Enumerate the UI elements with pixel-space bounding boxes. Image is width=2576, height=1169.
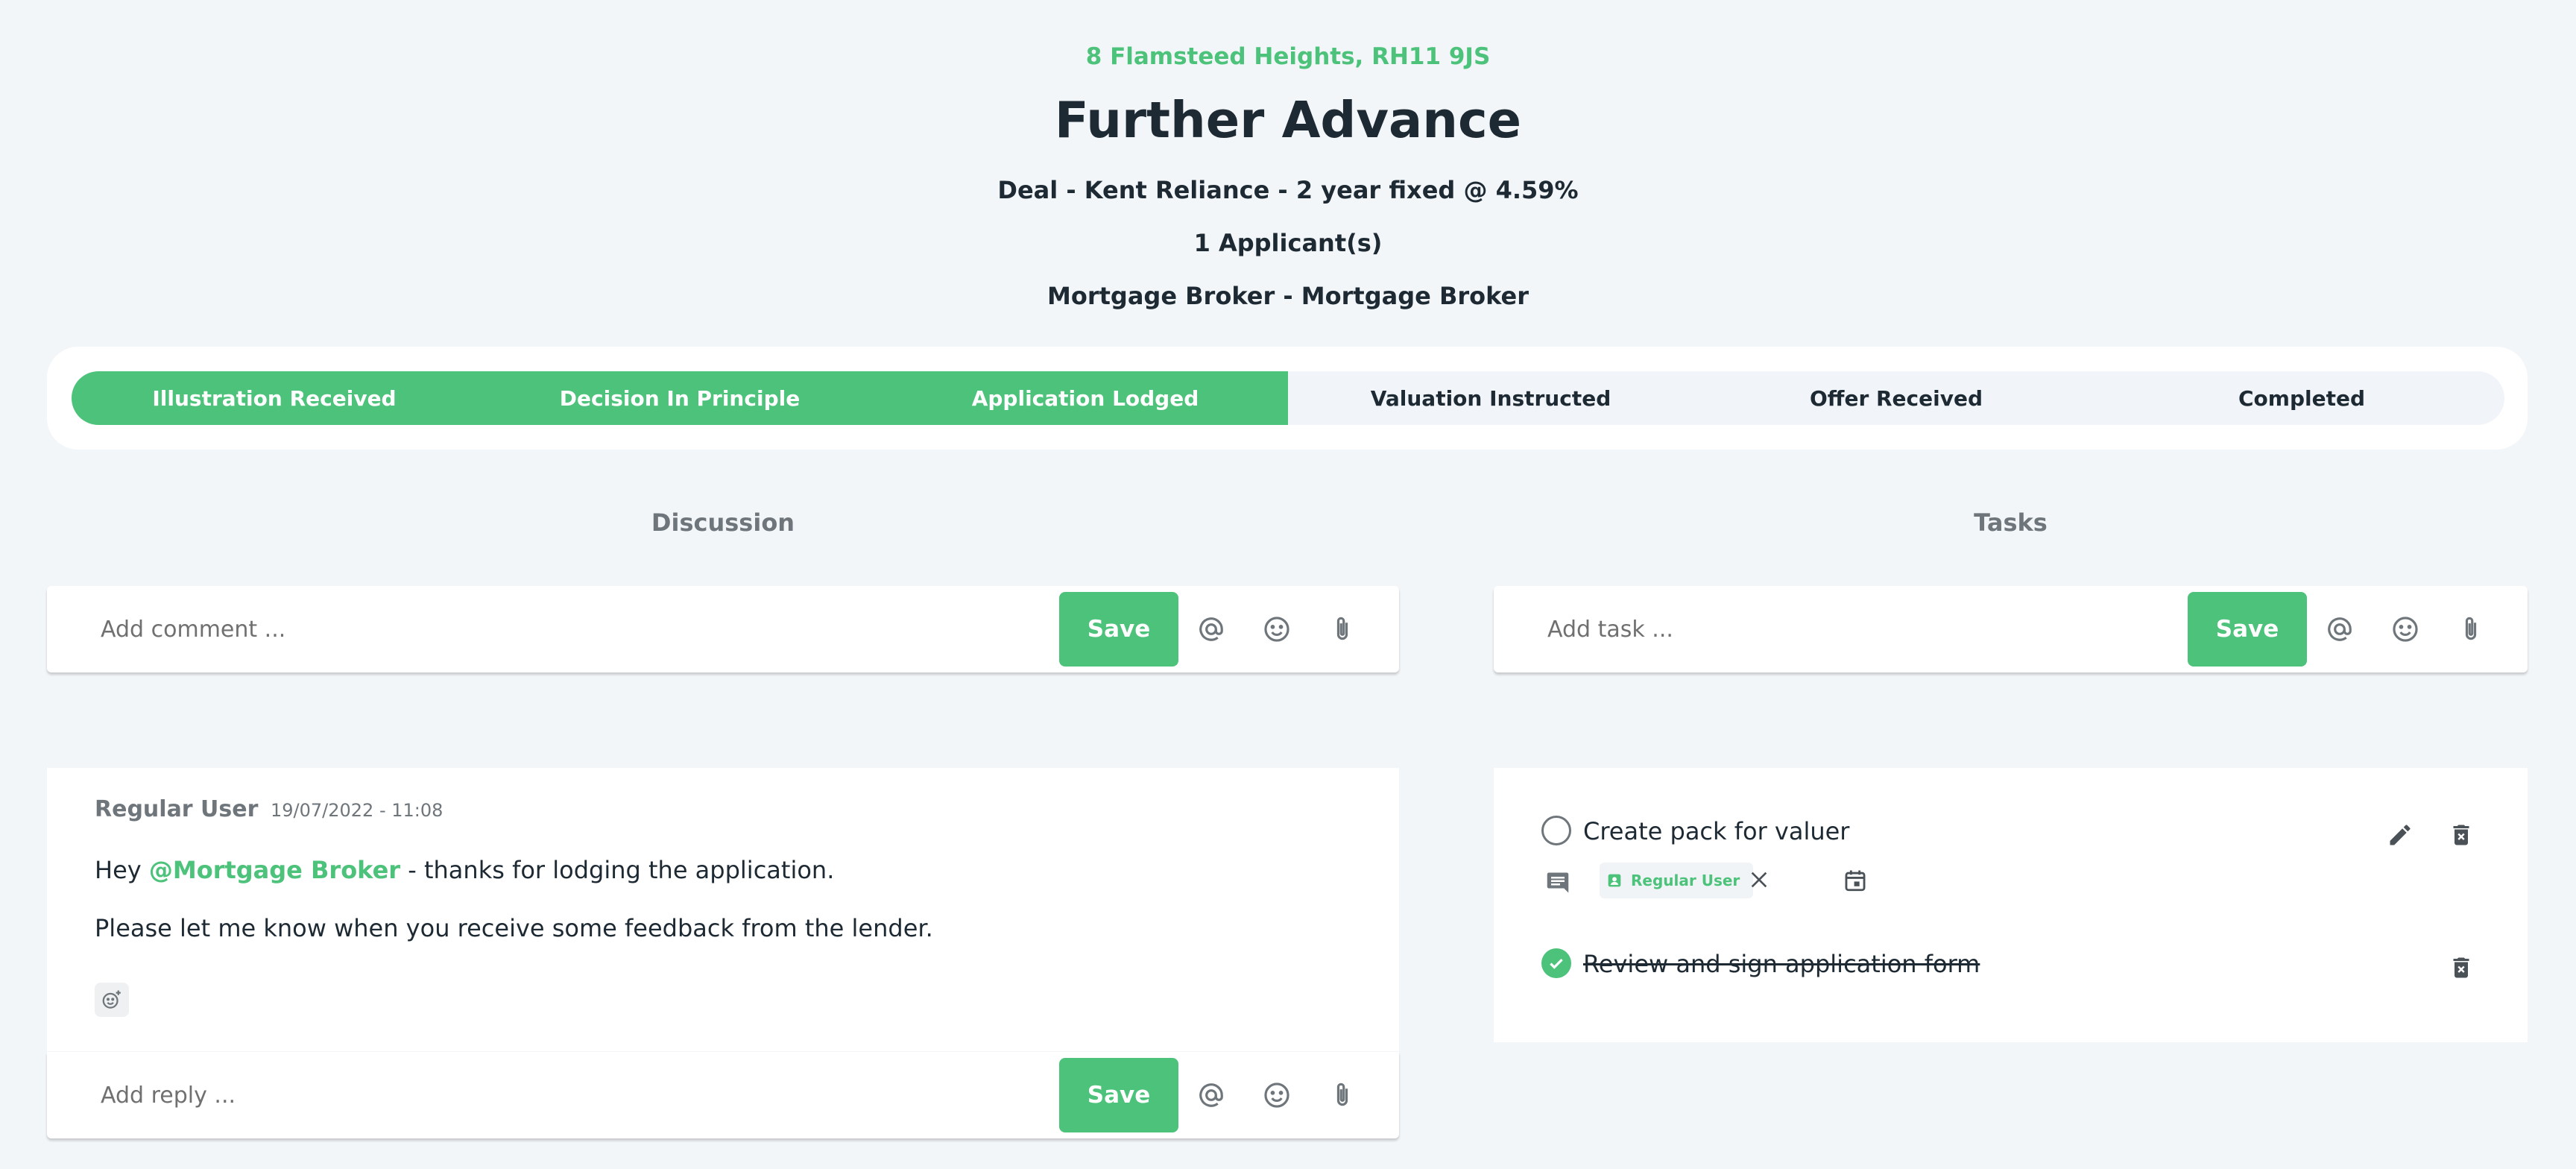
- delete-icon[interactable]: [2448, 822, 2475, 851]
- add-reaction-icon[interactable]: [95, 983, 129, 1017]
- edit-icon[interactable]: [2387, 822, 2414, 851]
- delete-icon[interactable]: [2448, 954, 2475, 984]
- assignee-chip[interactable]: Regular User: [1600, 863, 1754, 898]
- progress-card: Illustration Received Decision In Princi…: [47, 347, 2528, 450]
- task-input[interactable]: [1494, 586, 2188, 672]
- task-label-completed[interactable]: Review and sign application form: [1583, 950, 1980, 978]
- step-offer-received[interactable]: Offer Received: [1693, 371, 2099, 425]
- save-reply-button[interactable]: Save: [1059, 1058, 1178, 1132]
- comment-body-line-1: Hey @Mortgage Broker - thanks for lodgin…: [95, 856, 834, 884]
- step-application-lodged[interactable]: Application Lodged: [883, 371, 1288, 425]
- broker-info: Mortgage Broker - Mortgage Broker: [1047, 282, 1529, 310]
- step-completed[interactable]: Completed: [2099, 371, 2504, 425]
- comment-timestamp: 19/07/2022 - 11:08: [271, 800, 443, 821]
- tasks-heading: Tasks: [1974, 508, 2048, 537]
- discussion-heading: Discussion: [651, 508, 795, 537]
- comment-icon[interactable]: [1544, 869, 1571, 899]
- task-checkbox[interactable]: [1541, 816, 1571, 845]
- step-decision-in-principle[interactable]: Decision In Principle: [477, 371, 883, 425]
- paperclip-icon[interactable]: [1310, 1058, 1375, 1132]
- mention-link[interactable]: @Mortgage Broker: [149, 856, 400, 884]
- comment-input[interactable]: [47, 586, 1059, 672]
- progress-tracker: Illustration Received Decision In Princi…: [72, 371, 2504, 425]
- save-comment-button[interactable]: Save: [1059, 592, 1178, 667]
- comment-text-prefix: Hey: [95, 856, 149, 884]
- user-badge-icon: [1608, 874, 1621, 887]
- emoji-icon[interactable]: [1244, 1058, 1310, 1132]
- applicant-count: 1 Applicant(s): [1193, 229, 1383, 257]
- at-sign-icon[interactable]: [1178, 1058, 1244, 1132]
- property-address: 8 Flamsteed Heights, RH11 9JS: [1085, 43, 1491, 70]
- at-sign-icon[interactable]: [2307, 592, 2373, 667]
- step-illustration-received[interactable]: Illustration Received: [72, 371, 477, 425]
- reply-input-bar: Save: [47, 1052, 1399, 1138]
- task-checkbox-checked[interactable]: [1541, 948, 1571, 978]
- deal-summary: Deal - Kent Reliance - 2 year fixed @ 4.…: [997, 176, 1579, 204]
- comment-input-bar: Save: [47, 586, 1399, 672]
- emoji-icon[interactable]: [1244, 592, 1310, 667]
- at-sign-icon[interactable]: [1178, 592, 1244, 667]
- task-label[interactable]: Create pack for valuer: [1583, 817, 1849, 845]
- assignee-name: Regular User: [1631, 872, 1740, 889]
- comment-text-suffix: - thanks for lodging the application.: [400, 856, 835, 884]
- calendar-icon[interactable]: [1843, 868, 1868, 896]
- paperclip-icon[interactable]: [1310, 592, 1375, 667]
- step-valuation-instructed[interactable]: Valuation Instructed: [1288, 371, 1693, 425]
- tasks-card: Create pack for valuer Regular User Revi…: [1494, 768, 2528, 1042]
- emoji-icon[interactable]: [2373, 592, 2438, 667]
- check-icon: [1550, 958, 1563, 969]
- comment-card: Regular User 19/07/2022 - 11:08 Hey @Mor…: [47, 768, 1399, 1051]
- save-task-button[interactable]: Save: [2188, 592, 2307, 667]
- task-input-bar: Save: [1494, 586, 2528, 672]
- comment-author[interactable]: Regular User: [95, 796, 258, 822]
- close-icon[interactable]: [1747, 868, 1771, 895]
- comment-body-line-2: Please let me know when you receive some…: [95, 914, 933, 942]
- reply-input[interactable]: [47, 1052, 1059, 1138]
- page-title: Further Advance: [1054, 91, 1522, 149]
- paperclip-icon[interactable]: [2438, 592, 2504, 667]
